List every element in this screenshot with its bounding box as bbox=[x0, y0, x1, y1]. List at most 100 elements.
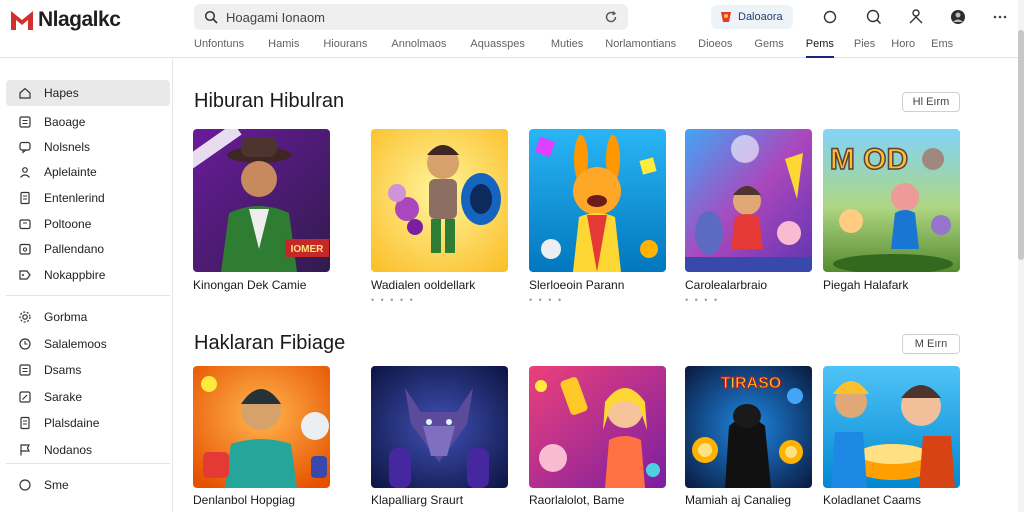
sidebar-item-label: Poltoone bbox=[44, 217, 92, 231]
game-thumbnail[interactable] bbox=[371, 366, 508, 488]
sidebar-item-entenlerind[interactable]: Entenlerind bbox=[6, 185, 170, 211]
sidebar-item-plalsdaine[interactable]: Plalsdaine bbox=[6, 410, 170, 436]
page-scrollbar[interactable] bbox=[1018, 0, 1024, 512]
game-thumbnail[interactable] bbox=[529, 129, 666, 272]
game-thumbnail[interactable] bbox=[529, 366, 666, 488]
sidebar-item-nolsnels[interactable]: Nolsnels bbox=[6, 134, 170, 160]
more-icon[interactable] bbox=[990, 7, 1010, 27]
tab-ems[interactable]: Ems bbox=[931, 38, 953, 58]
list-icon bbox=[19, 364, 31, 376]
thumbnail-badge: IOMER bbox=[291, 244, 325, 255]
category-tabs: Unfontuns Hamis Hiourans Annolmaos Aquas… bbox=[194, 38, 953, 58]
account-label: Daloaora bbox=[738, 11, 783, 23]
circle-icon[interactable] bbox=[820, 7, 840, 27]
section-title: Hiburan Hibulran bbox=[194, 90, 345, 112]
tab-pies[interactable]: Pies bbox=[854, 38, 875, 58]
search-input[interactable] bbox=[226, 9, 604, 25]
app-logo[interactable]: Nlagalkc bbox=[10, 8, 121, 32]
sidebar-item-label: Gorbma bbox=[44, 310, 88, 324]
sidebar-item-baoage[interactable]: Baoage bbox=[6, 109, 170, 135]
avatar-icon[interactable] bbox=[948, 7, 968, 27]
calendar-icon bbox=[19, 243, 31, 255]
document-icon bbox=[20, 191, 30, 205]
tab-norlamontians[interactable]: Norlamontians bbox=[605, 38, 676, 58]
game-card[interactable]: IOMER Kinongan Dek Camie bbox=[193, 129, 330, 292]
game-title[interactable]: Denlanbol Hopgiag bbox=[193, 493, 330, 507]
sidebar-item-nokappbire[interactable]: Nokappbire bbox=[6, 262, 170, 288]
sidebar-item-label: Dsams bbox=[44, 363, 82, 377]
game-card[interactable]: M OD Piegah Halafark bbox=[823, 129, 960, 292]
game-title[interactable]: Klapalliarg Sraurt bbox=[371, 493, 508, 507]
tab-gems[interactable]: Gems bbox=[754, 38, 783, 58]
game-title[interactable]: Wadialen ooldellark bbox=[371, 278, 508, 292]
sidebar-item-pallendano[interactable]: Pallendano bbox=[6, 236, 170, 262]
game-thumbnail[interactable]: IOMER bbox=[193, 129, 330, 272]
sidebar-item-sarake[interactable]: Sarake bbox=[6, 384, 170, 410]
game-badge-icon bbox=[721, 12, 731, 22]
tab-hiourans[interactable]: Hiourans bbox=[323, 38, 367, 58]
tab-dioeos[interactable]: Dioeos bbox=[698, 38, 732, 58]
game-thumbnail[interactable] bbox=[193, 366, 330, 488]
game-thumbnail[interactable]: TIRASO bbox=[685, 366, 812, 488]
game-subtitle: • • • • bbox=[529, 295, 564, 305]
game-title[interactable]: Slerloeoin Parann bbox=[529, 278, 666, 292]
tab-pems[interactable]: Pems bbox=[805, 38, 835, 58]
sidebar-item-label: Pallendano bbox=[44, 242, 105, 256]
clock-icon bbox=[19, 338, 31, 350]
sidebar-item-aplelainte[interactable]: Aplelainte bbox=[6, 159, 170, 185]
sidebar-item-label: Nodanos bbox=[44, 443, 93, 457]
tab-horo[interactable]: Horo bbox=[891, 38, 915, 58]
sidebar-item-label: Hapes bbox=[44, 86, 79, 100]
search-icon[interactable] bbox=[864, 7, 884, 27]
game-title[interactable]: Koladlanet Caams bbox=[823, 493, 960, 507]
game-title[interactable]: Piegah Halafark bbox=[823, 278, 960, 292]
sidebar-item-label: Baoage bbox=[44, 115, 86, 129]
document-icon bbox=[20, 416, 30, 430]
thumbnail-badge: M OD bbox=[830, 143, 908, 176]
sidebar-item-hapes[interactable]: Hapes bbox=[6, 80, 170, 106]
game-title[interactable]: Mamiah aj Canalieg bbox=[685, 493, 822, 507]
account-chip[interactable]: Daloaora bbox=[711, 5, 793, 29]
logo-icon bbox=[11, 11, 33, 30]
game-card[interactable]: Denlanbol Hopgiag bbox=[193, 366, 330, 507]
sidebar-item-poltoone[interactable]: Poltoone bbox=[6, 211, 170, 237]
game-card[interactable]: Slerloeoin Parann • • • • bbox=[529, 129, 666, 305]
game-thumbnail[interactable] bbox=[823, 366, 960, 488]
game-card[interactable]: Carolealarbraio • • • • bbox=[685, 129, 822, 305]
game-title[interactable]: Raorlalolot, Bame bbox=[529, 493, 666, 507]
sidebar-divider bbox=[6, 295, 170, 296]
sidebar-item-label: Nokappbire bbox=[44, 268, 106, 282]
refresh-icon[interactable] bbox=[604, 10, 618, 24]
see-all-button[interactable]: Hl Eırm bbox=[902, 92, 960, 112]
see-all-button[interactable]: M Eırn bbox=[902, 334, 960, 354]
game-thumbnail[interactable] bbox=[685, 129, 812, 272]
tab-aquasspes[interactable]: Aquasspes bbox=[470, 38, 524, 58]
game-thumbnail[interactable] bbox=[371, 129, 508, 272]
game-card[interactable]: Raorlalolot, Bame bbox=[529, 366, 666, 507]
game-card[interactable]: Wadialen ooldellark • • • • • bbox=[371, 129, 508, 305]
sidebar-item-dsams[interactable]: Dsams bbox=[6, 357, 170, 383]
game-card[interactable]: Klapalliarg Sraurt bbox=[371, 366, 508, 507]
game-title[interactable]: Carolealarbraio bbox=[685, 278, 822, 292]
sidebar-item-gorbma[interactable]: Gorbma bbox=[6, 304, 170, 330]
sidebar-item-nodanos[interactable]: Nodanos bbox=[6, 437, 170, 463]
search-bar[interactable] bbox=[194, 4, 628, 30]
flag-icon bbox=[20, 444, 30, 456]
game-card[interactable]: Koladlanet Caams bbox=[823, 366, 960, 507]
sidebar-item-salalemoos[interactable]: Salalemoos bbox=[6, 331, 170, 357]
tab-unfontuns[interactable]: Unfontuns bbox=[194, 38, 244, 58]
sidebar-item-label: Aplelainte bbox=[44, 165, 97, 179]
sidebar-item-sme[interactable]: Sme bbox=[6, 472, 170, 498]
game-title[interactable]: Kinongan Dek Camie bbox=[193, 278, 330, 292]
folder-icon bbox=[19, 219, 31, 230]
tab-muties[interactable]: Muties bbox=[551, 38, 583, 58]
person-icon bbox=[20, 167, 30, 178]
tag-icon bbox=[19, 270, 31, 280]
tab-hamis[interactable]: Hamis bbox=[268, 38, 299, 58]
person-icon[interactable] bbox=[906, 7, 926, 27]
scrollbar-thumb[interactable] bbox=[1018, 30, 1024, 260]
game-card[interactable]: TIRASO Mamiah aj Canalieg bbox=[685, 366, 822, 507]
sidebar-divider bbox=[6, 463, 170, 464]
tab-annolmaos[interactable]: Annolmaos bbox=[391, 38, 446, 58]
game-thumbnail[interactable]: M OD bbox=[823, 129, 960, 272]
